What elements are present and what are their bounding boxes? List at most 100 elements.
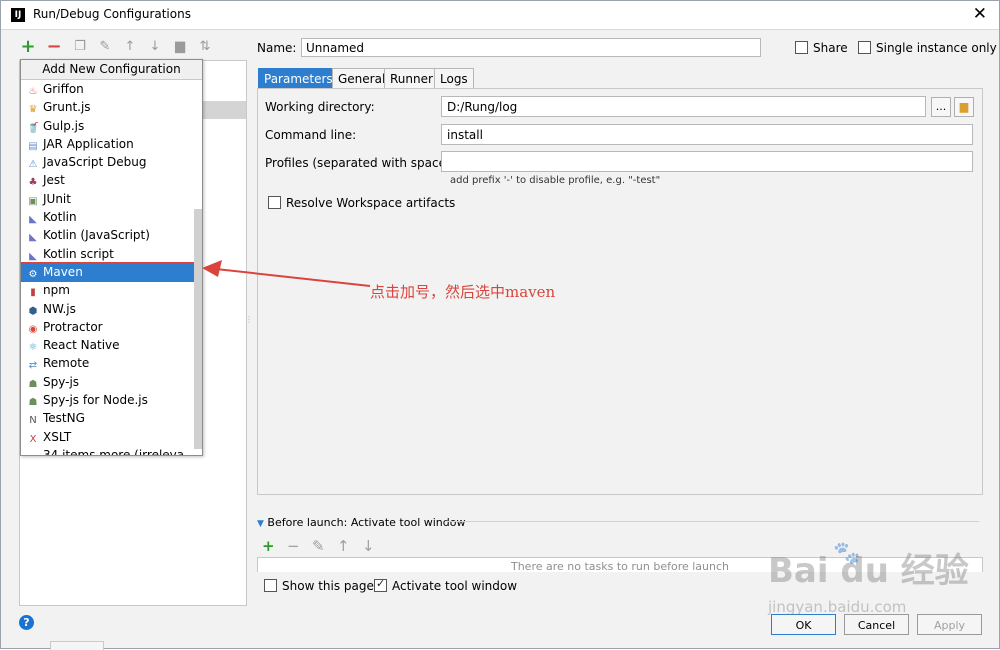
name-label: Name: xyxy=(257,41,297,55)
popup-item-spy-js[interactable]: ☗ Spy-js xyxy=(21,373,202,391)
show-page-checkbox-box[interactable] xyxy=(264,579,277,592)
profiles-label: Profiles (separated with space): xyxy=(265,156,455,170)
popup-item-label: React Native xyxy=(43,338,120,353)
popup-item-jar-application[interactable]: ▤ JAR Application xyxy=(21,135,202,153)
show-page-label: Show this page xyxy=(282,579,374,593)
add-icon[interactable]: + xyxy=(19,37,37,57)
protractor-icon: ◉ xyxy=(28,323,38,335)
popup-item-label: JUnit xyxy=(43,191,71,206)
copy-icon[interactable]: ❐ xyxy=(71,37,89,57)
junit-icon: ▣ xyxy=(28,195,38,207)
name-input[interactable]: Unnamed xyxy=(301,38,761,57)
before-launch-separator xyxy=(447,521,979,522)
tab-parameters[interactable]: Parameters xyxy=(258,68,339,88)
kotlin-script-icon: ◣ xyxy=(29,250,37,262)
resolve-workspace-checkbox[interactable]: Resolve Workspace artifacts xyxy=(268,196,455,210)
move-task-down-icon[interactable]: ↓ xyxy=(362,537,375,555)
popup-item-react-native[interactable]: ⚛ React Native xyxy=(21,336,202,354)
npm-icon: ▮ xyxy=(30,287,36,299)
popup-item-label: Spy-js xyxy=(43,374,80,389)
popup-list: ♨ Griffon ♛ Grunt.js 🥤 Gulp.js ▤ JAR Applicatio… xyxy=(21,80,202,455)
single-instance-label: Single instance only xyxy=(876,41,997,55)
popup-scrollbar[interactable] xyxy=(194,209,202,449)
maven-icon: ⚙ xyxy=(28,268,38,280)
profiles-hint: add prefix '-' to disable profile, e.g. … xyxy=(450,175,661,186)
close-icon[interactable]: ✕ xyxy=(973,4,987,24)
activate-checkbox-box[interactable] xyxy=(374,577,387,592)
popup-item-label: Spy-js for Node.js xyxy=(43,393,148,408)
popup-item-maven[interactable]: ⚙ Maven xyxy=(21,261,202,283)
popup-item-label: npm xyxy=(43,283,70,298)
nwjs-icon: ⬢ xyxy=(28,305,38,317)
popup-item-kotlin-javascript[interactable]: ◣ Kotlin (JavaScript) xyxy=(21,226,202,244)
popup-item-nw-js[interactable]: ⬢ NW.js xyxy=(21,300,202,318)
resolve-checkbox-box[interactable] xyxy=(268,196,281,209)
tab-logs[interactable]: Logs xyxy=(434,68,474,88)
splitter-handle[interactable]: ⋮ xyxy=(245,315,253,324)
watermark-main: Bai du 经验 xyxy=(768,551,969,591)
folder-icon[interactable]: ▆ xyxy=(171,37,189,57)
help-icon[interactable]: ? xyxy=(19,615,34,630)
popup-item-label: Grunt.js xyxy=(43,100,91,115)
popup-item-label: NW.js xyxy=(43,301,76,316)
show-page-checkbox[interactable]: Show this page xyxy=(264,579,374,593)
browse-button[interactable]: ... xyxy=(931,97,951,117)
popup-item-kotlin-script[interactable]: ◣ Kotlin script xyxy=(21,245,202,263)
tree-selected-row[interactable] xyxy=(202,101,246,119)
activate-tool-checkbox[interactable]: Activate tool window xyxy=(374,577,517,593)
popup-item-label: Kotlin script xyxy=(43,246,114,261)
move-task-up-icon[interactable]: ↑ xyxy=(337,537,350,555)
popup-item-jest[interactable]: ♣ Jest xyxy=(21,171,202,189)
profiles-input[interactable] xyxy=(441,151,973,172)
kotlin-icon: ◣ xyxy=(29,214,37,226)
command-line-label: Command line: xyxy=(265,128,357,142)
title-bar: IJ Run/Debug Configurations ✕ xyxy=(1,1,999,30)
move-down-icon[interactable]: ↓ xyxy=(146,37,164,57)
move-up-icon[interactable]: ↑ xyxy=(121,37,139,57)
resolve-label: Resolve Workspace artifacts xyxy=(286,196,456,210)
spyjs-icon: ☗ xyxy=(28,378,38,390)
js-debug-icon: ⚠ xyxy=(28,159,38,171)
popup-item-grunt-js[interactable]: ♛ Grunt.js xyxy=(21,98,202,116)
wrench-icon[interactable]: ✎ xyxy=(96,37,114,57)
single-instance-checkbox-box[interactable] xyxy=(858,41,871,54)
popup-item-protractor[interactable]: ◉ Protractor xyxy=(21,318,202,336)
popup-item-spy-js-for-node-js[interactable]: ☗ Spy-js for Node.js xyxy=(21,391,202,409)
jest-icon: ♣ xyxy=(28,177,38,189)
remove-icon[interactable]: − xyxy=(45,37,63,57)
edit-task-icon[interactable]: ✎ xyxy=(312,537,325,555)
popup-item-label: Protractor xyxy=(43,319,103,334)
blank-icon xyxy=(27,448,39,455)
popup-item-gulp-js[interactable]: 🥤 Gulp.js xyxy=(21,117,202,135)
popup-item-kotlin[interactable]: ◣ Kotlin xyxy=(21,208,202,226)
intellij-app-icon: IJ xyxy=(11,8,25,22)
annotation-arrow xyxy=(202,260,371,287)
add-task-icon[interactable]: + xyxy=(262,537,275,555)
folder-browse-icon[interactable]: ▆ xyxy=(954,97,974,117)
before-launch-header[interactable]: ▼ Before launch: Activate tool window xyxy=(257,516,465,529)
watermark-sub: jingyan.baidu.com xyxy=(768,598,907,616)
single-instance-checkbox[interactable]: Single instance only xyxy=(858,41,997,55)
command-line-input[interactable]: install xyxy=(441,124,973,145)
popup-item-testng[interactable]: N TestNG xyxy=(21,409,202,427)
popup-item-griffon[interactable]: ♨ Griffon xyxy=(21,80,202,98)
popup-item-npm[interactable]: ▮ npm xyxy=(21,281,202,299)
popup-item-label: Maven xyxy=(43,264,83,279)
popup-item-label: Gulp.js xyxy=(43,118,85,133)
remove-task-icon[interactable]: − xyxy=(287,537,300,555)
tab-general[interactable]: General xyxy=(332,68,392,88)
popup-item-34-items-more-irreleva[interactable]: 34 items more (irreleva... xyxy=(21,446,202,455)
working-directory-input[interactable]: D:/Rung/log xyxy=(441,96,926,117)
tab-runner[interactable]: Runner xyxy=(384,68,439,88)
expand-triangle-icon[interactable]: ▼ xyxy=(257,519,264,529)
share-checkbox-box[interactable] xyxy=(795,41,808,54)
popup-item-xslt[interactable]: X XSLT xyxy=(21,428,202,446)
window-title: Run/Debug Configurations xyxy=(33,7,191,21)
popup-item-javascript-debug[interactable]: ⚠ JavaScript Debug xyxy=(21,153,202,171)
gulp-icon: 🥤 xyxy=(27,122,40,134)
popup-item-junit[interactable]: ▣ JUnit xyxy=(21,190,202,208)
share-checkbox[interactable]: Share xyxy=(795,41,848,55)
popup-item-label: XSLT xyxy=(43,429,72,444)
popup-item-remote[interactable]: ⇄ Remote xyxy=(21,354,202,372)
sort-icon[interactable]: ⇅ xyxy=(196,37,214,57)
